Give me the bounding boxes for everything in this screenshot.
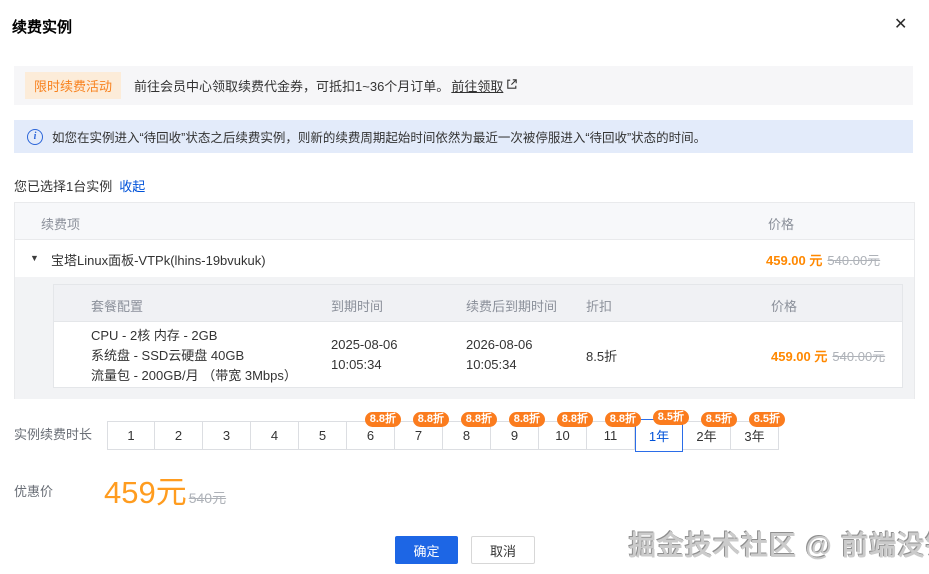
discount-badge: 8.8折 (365, 412, 401, 427)
summary-label: 优惠价 (14, 481, 53, 500)
duration-option-5[interactable]: 5 (299, 421, 347, 450)
detail-header-discount: 折扣 (586, 296, 612, 315)
detail-header-config: 套餐配置 (91, 296, 143, 315)
renewed-date: 2026-08-06 (466, 335, 533, 355)
detail-header-price: 价格 (771, 296, 797, 315)
summary-price-current: 459元 (104, 467, 187, 512)
instance-price-unit: 元 (809, 253, 822, 268)
instance-price: 459.00 元 540.00元 (766, 250, 880, 269)
config-line-cpu: CPU - 2核 内存 - 2GB (91, 326, 297, 346)
instance-name: 宝塔Linux面板-VTPk(lhins-19bvukuk) (51, 250, 266, 269)
duration-option-label: 10 (555, 428, 569, 443)
info-text: 如您在实例进入“待回收”状态之后续费实例，则新的续费周期起始时间依然为最近一次被… (52, 127, 706, 146)
renewed-expire-datetime: 2026-08-06 10:05:34 (466, 335, 533, 375)
duration-option-8[interactable]: 8.8折8 (443, 421, 491, 450)
duration-option-label: 11 (604, 428, 618, 443)
duration-option-11[interactable]: 8.8折11 (587, 421, 635, 450)
discount-badge: 8.8折 (557, 412, 593, 427)
promo-banner: 限时续费活动 前往会员中心领取续费代金券，可抵扣1~36个月订单。 前往领取 (14, 66, 913, 105)
summary-price-original: 540元 (189, 488, 226, 508)
duration-option-1[interactable]: 1 (107, 421, 155, 450)
selection-text: 您已选择1台实例 (14, 179, 112, 194)
close-icon[interactable]: ✕ (894, 15, 907, 35)
duration-option-1year-selected[interactable]: 8.5折1年 (635, 419, 683, 452)
discount-badge: 8.8折 (605, 412, 641, 427)
config-line-traffic: 流量包 - 200GB/月 （带宽 3Mbps） (91, 366, 297, 386)
instance-price-current: 459.00 (766, 253, 806, 268)
duration-option-3year[interactable]: 8.5折3年 (731, 421, 779, 450)
claim-voucher-link[interactable]: 前往领取 (451, 76, 503, 95)
duration-option-label: 3 (223, 428, 230, 443)
duration-selector: 1 2 3 4 5 8.8折6 8.8折7 8.8折8 8.8折9 8.8折10… (107, 421, 779, 452)
discount-badge: 8.8折 (413, 412, 449, 427)
external-link-icon (506, 78, 518, 93)
duration-option-10[interactable]: 8.8折10 (539, 421, 587, 450)
selection-summary: 您已选择1台实例收起 (14, 176, 145, 195)
info-banner: i 如您在实例进入“待回收”状态之后续费实例，则新的续费周期起始时间依然为最近一… (14, 120, 913, 153)
column-header-price: 价格 (768, 214, 794, 233)
duration-option-2year[interactable]: 8.5折2年 (683, 421, 731, 450)
detail-price-original: 540.00元 (832, 349, 885, 364)
page-title: 续费实例 (12, 16, 72, 37)
promo-text: 前往会员中心领取续费代金券，可抵扣1~36个月订单。 (134, 76, 449, 95)
duration-option-label: 2年 (696, 426, 716, 445)
instance-price-original: 540.00元 (827, 253, 880, 268)
config-line-disk: 系统盘 - SSD云硬盘 40GB (91, 346, 297, 366)
duration-option-4[interactable]: 4 (251, 421, 299, 450)
renew-table-header: 续费项 价格 (15, 203, 914, 240)
discount-badge: 8.8折 (461, 412, 497, 427)
duration-option-6[interactable]: 8.8折6 (347, 421, 395, 450)
detail-header-expire: 到期时间 (331, 296, 383, 315)
duration-option-label: 6 (367, 428, 374, 443)
discount-badge: 8.5折 (749, 412, 785, 427)
watermark: 掘金技术社区 @ 前端没钱 (629, 524, 929, 563)
duration-option-label: 3年 (744, 426, 764, 445)
confirm-button[interactable]: 确定 (395, 536, 458, 564)
detail-price-current: 459.00 (771, 349, 811, 364)
duration-option-label: 4 (271, 428, 278, 443)
duration-option-7[interactable]: 8.8折7 (395, 421, 443, 450)
duration-option-label: 1 (127, 428, 134, 443)
discount-badge: 8.5折 (701, 412, 737, 427)
promo-badge: 限时续费活动 (25, 72, 121, 99)
discount-badge: 8.5折 (653, 410, 689, 425)
duration-option-label: 5 (319, 428, 326, 443)
expire-date: 2025-08-06 (331, 335, 398, 355)
duration-option-9[interactable]: 8.8折9 (491, 421, 539, 450)
column-header-item: 续费项 (41, 214, 80, 233)
duration-option-3[interactable]: 3 (203, 421, 251, 450)
renew-table: 续费项 价格 ▼ 宝塔Linux面板-VTPk(lhins-19bvukuk) … (14, 202, 915, 399)
summary-price: 459元 540元 (104, 467, 226, 512)
cancel-button[interactable]: 取消 (471, 536, 535, 564)
instance-detail-panel: 套餐配置 到期时间 续费后到期时间 折扣 价格 CPU - 2核 内存 - 2G… (15, 277, 914, 399)
detail-header-renewed-expire: 续费后到期时间 (466, 296, 557, 315)
detail-row: CPU - 2核 内存 - 2GB 系统盘 - SSD云硬盘 40GB 流量包 … (54, 322, 902, 388)
instance-row: ▼ 宝塔Linux面板-VTPk(lhins-19bvukuk) 459.00 … (15, 240, 914, 277)
package-config: CPU - 2核 内存 - 2GB 系统盘 - SSD云硬盘 40GB 流量包 … (91, 326, 297, 386)
duration-option-label: 7 (415, 428, 422, 443)
detail-price-unit: 元 (814, 349, 827, 364)
duration-option-label: 2 (175, 428, 182, 443)
collapse-caret-icon[interactable]: ▼ (30, 253, 39, 263)
discount-value: 8.5折 (586, 346, 617, 365)
renewed-time: 10:05:34 (466, 355, 533, 375)
duration-option-2[interactable]: 2 (155, 421, 203, 450)
duration-option-label: 1年 (649, 426, 669, 445)
detail-table: 套餐配置 到期时间 续费后到期时间 折扣 价格 CPU - 2核 内存 - 2G… (53, 284, 903, 388)
duration-option-label: 8 (463, 428, 470, 443)
expire-datetime: 2025-08-06 10:05:34 (331, 335, 398, 375)
expire-time: 10:05:34 (331, 355, 398, 375)
discount-badge: 8.8折 (509, 412, 545, 427)
info-icon: i (27, 129, 43, 145)
detail-price: 459.00 元 540.00元 (771, 346, 885, 365)
detail-table-header: 套餐配置 到期时间 续费后到期时间 折扣 价格 (54, 285, 902, 322)
collapse-link[interactable]: 收起 (119, 179, 145, 194)
duration-label: 实例续费时长 (14, 424, 92, 443)
duration-option-label: 9 (511, 428, 518, 443)
